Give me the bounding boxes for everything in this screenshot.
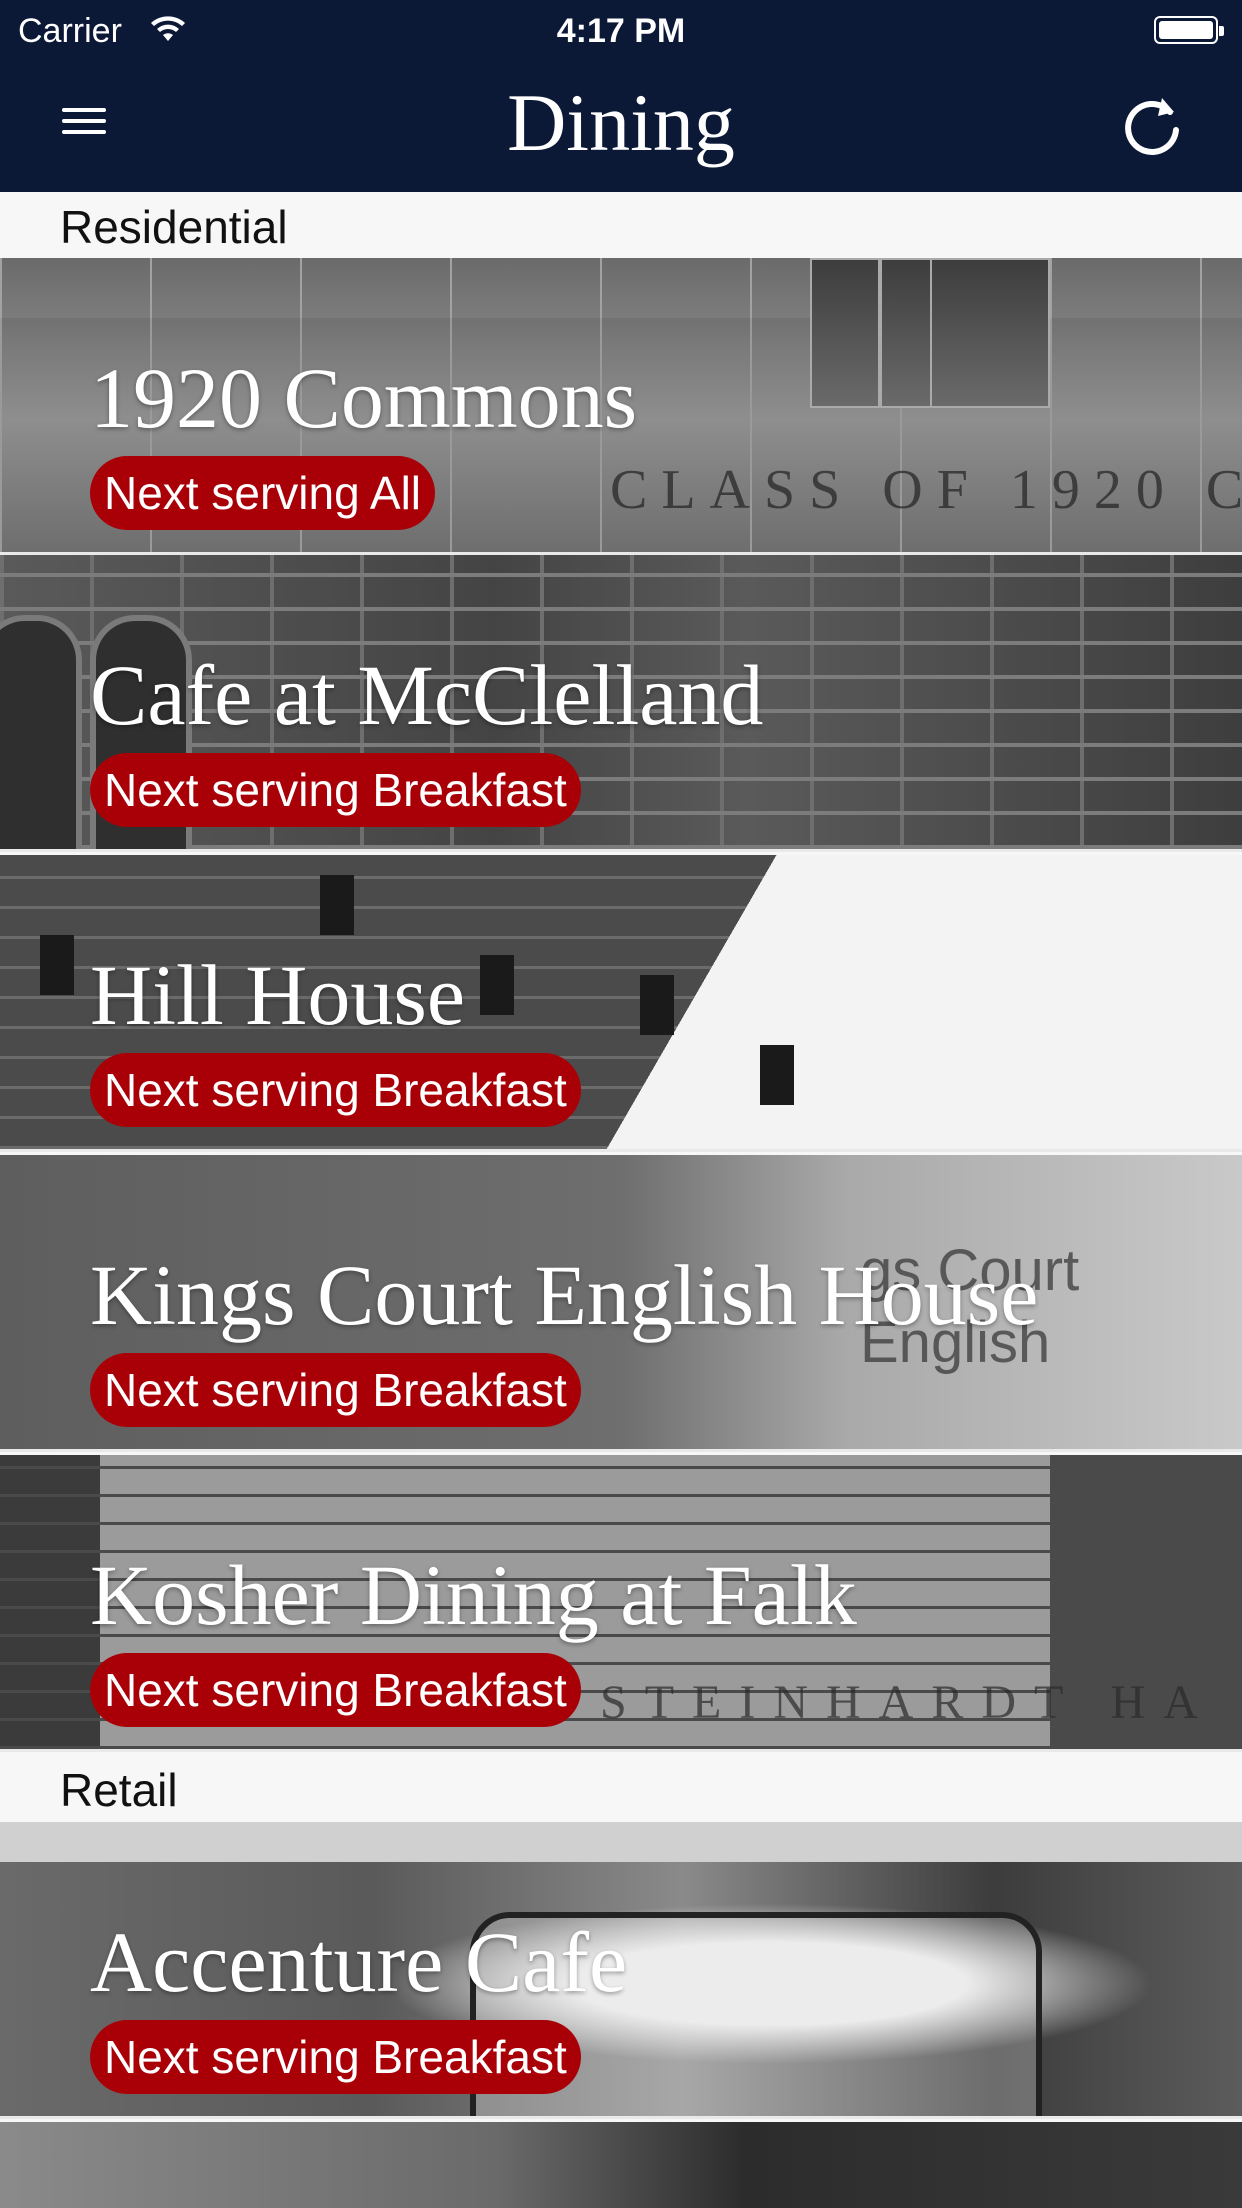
- venue-name: Accenture Cafe: [90, 1914, 628, 2010]
- status-bar: Carrier 4:17 PM: [0, 0, 1242, 60]
- venue-card-accenture-cafe[interactable]: Accenture Cafe Next serving Breakfast: [0, 1822, 1242, 2119]
- serving-status-badge: Next serving Breakfast: [90, 1053, 581, 1127]
- serving-status-badge: Next serving Breakfast: [90, 2020, 581, 2094]
- venue-card-partial[interactable]: [0, 2122, 1242, 2208]
- venue-card-kosher-dining-at-falk[interactable]: STEINHARDT HA Kosher Dining at Falk Next…: [0, 1455, 1242, 1752]
- status-time: 4:17 PM: [556, 12, 686, 50]
- venue-name: Hill House: [90, 947, 466, 1043]
- page-title: Dining: [507, 77, 735, 168]
- serving-status-badge: Next serving All: [90, 456, 436, 530]
- venue-card-hill-house[interactable]: Hill House Next serving Breakfast: [0, 855, 1242, 1152]
- serving-status-badge: Next serving Breakfast: [90, 1353, 581, 1427]
- section-header-retail: Retail: [0, 1755, 1242, 1821]
- venue-card-cafe-at-mcclelland[interactable]: Cafe at McClelland Next serving Breakfas…: [0, 555, 1242, 852]
- venue-name: 1920 Commons: [90, 350, 638, 446]
- venue-card-1920-commons[interactable]: CLASS OF 1920 COMMONS 1920 Commons Next …: [0, 258, 1242, 555]
- refresh-icon[interactable]: [1118, 90, 1188, 160]
- battery-icon: [1154, 16, 1224, 44]
- navigation-bar: Dining: [0, 60, 1242, 192]
- serving-status-badge: Next serving Breakfast: [90, 753, 581, 827]
- serving-status-badge: Next serving Breakfast: [90, 1653, 581, 1727]
- venue-card-kings-court-english-house[interactable]: gs Court English Kings Court English Hou…: [0, 1155, 1242, 1452]
- venue-name: Kosher Dining at Falk: [90, 1547, 857, 1643]
- venue-name: Kings Court English House: [90, 1247, 1039, 1343]
- venue-name: Cafe at McClelland: [90, 647, 764, 743]
- section-header-residential: Residential: [0, 192, 1242, 258]
- venue-photo: [0, 2122, 1242, 2208]
